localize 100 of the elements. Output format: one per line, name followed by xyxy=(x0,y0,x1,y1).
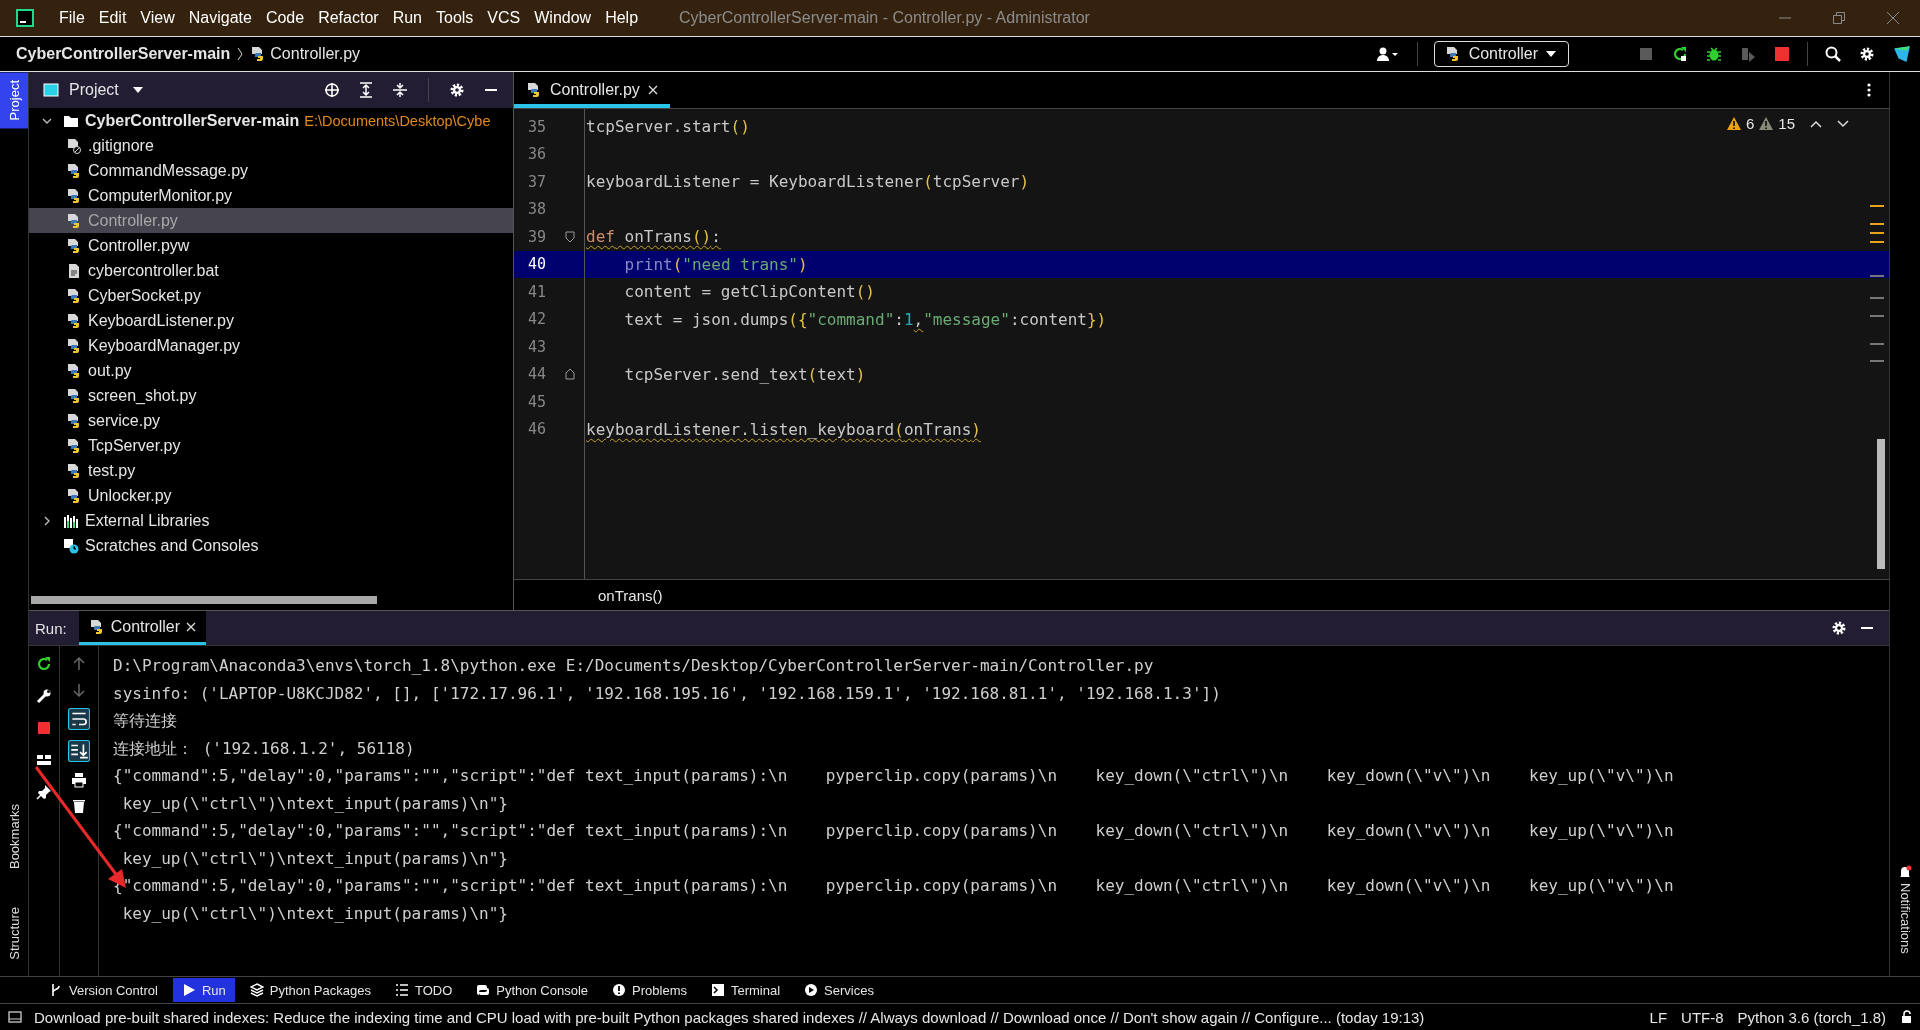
tool-window-tab[interactable]: Structure xyxy=(0,899,28,968)
weak-warning-count[interactable]: 15 xyxy=(1778,115,1795,132)
plugin-logo-icon[interactable] xyxy=(1893,45,1911,63)
python-file-icon xyxy=(66,312,82,329)
scroll-to-end-icon[interactable] xyxy=(68,740,90,762)
tree-item[interactable]: CommandMessage.py xyxy=(29,158,513,183)
tree-item[interactable]: ComputerMonitor.py xyxy=(29,183,513,208)
menu-item[interactable]: View xyxy=(133,5,182,31)
stop-icon[interactable] xyxy=(36,720,52,736)
coverage-icon[interactable] xyxy=(1740,46,1756,62)
tree-item[interactable]: KeyboardListener.py xyxy=(29,308,513,333)
tree-item[interactable]: .gitignore xyxy=(29,133,513,158)
previous-icon[interactable] xyxy=(1810,119,1822,128)
bell-icon xyxy=(1898,865,1912,880)
menu-item[interactable]: Code xyxy=(258,5,312,31)
tool-window-tab[interactable]: Project xyxy=(0,72,28,129)
tool-window-button[interactable]: Version Control xyxy=(40,978,167,1002)
rerun-icon[interactable] xyxy=(36,656,52,672)
next-icon[interactable] xyxy=(1837,119,1849,128)
wrench-icon[interactable] xyxy=(36,688,52,704)
tree-item[interactable]: External Libraries xyxy=(29,508,513,533)
python-file-icon xyxy=(66,187,82,204)
user-icon[interactable] xyxy=(1375,46,1400,62)
tree-item-name: cybercontroller.bat xyxy=(88,261,219,280)
breadcrumb-item[interactable]: Controller.py xyxy=(270,45,361,63)
menu-item[interactable]: Help xyxy=(598,5,646,31)
locate-icon[interactable] xyxy=(324,82,340,98)
trash-icon[interactable] xyxy=(71,798,87,814)
console-output-line: {"command":5,"delay":0,"params":"","script":"def text_input(params):\n pyperclip.copy(params)\n key_down(\"ctrl\")\n key_down(\"v\")\n key_up(\"v\")\n xyxy=(113,875,1675,897)
lock-icon[interactable] xyxy=(1900,1010,1914,1024)
tree-item[interactable]: out.py xyxy=(29,358,513,383)
up-arrow-icon[interactable] xyxy=(71,656,87,672)
tree-item[interactable]: Unlocker.py xyxy=(29,483,513,508)
status-message[interactable]: Download pre-built shared indexes: Reduce the indexing time and CPU load with pre-built Python packages shared indexes // Always download // Download once // Don't show again // Configure... (today 19:13) xyxy=(34,1008,1425,1026)
menu-item[interactable]: Window xyxy=(527,5,599,31)
panel-title[interactable]: Project xyxy=(69,81,119,99)
restore-icon[interactable] xyxy=(1832,11,1846,25)
tool-window-tab[interactable]: Bookmarks xyxy=(0,796,28,880)
tool-window-tab[interactable]: Notifications xyxy=(1890,861,1920,958)
collapse-all-icon[interactable] xyxy=(392,82,408,98)
tree-item[interactable]: cybercontroller.bat xyxy=(29,258,513,283)
fold-marker-icon[interactable] xyxy=(565,230,575,243)
settings-icon[interactable] xyxy=(1831,620,1847,636)
python-file-icon xyxy=(66,162,82,179)
breadcrumb-item[interactable]: CyberControllerServer-main xyxy=(16,45,231,63)
rerun-icon[interactable] xyxy=(1672,46,1688,62)
pin-icon[interactable] xyxy=(36,784,52,800)
tree-item[interactable]: screen_shot.py xyxy=(29,383,513,408)
tool-window-button[interactable]: Run xyxy=(172,978,235,1002)
tree-item[interactable]: Controller.py xyxy=(29,208,513,233)
context-breadcrumb[interactable]: onTrans() xyxy=(598,586,663,604)
run-configuration-dropdown[interactable]: Controller xyxy=(1433,41,1569,67)
python-file-icon xyxy=(66,212,82,229)
scrollbar-thumb[interactable] xyxy=(1877,439,1885,569)
tree-item-name: TcpServer.py xyxy=(88,436,181,455)
python-file-icon xyxy=(66,237,82,254)
tool-window-button[interactable]: Python Console xyxy=(467,978,598,1002)
menu-item[interactable]: Navigate xyxy=(181,5,259,31)
stop-icon[interactable] xyxy=(1774,46,1790,62)
tool-window-button[interactable]: Terminal xyxy=(701,978,790,1002)
line-number: 45 xyxy=(527,392,548,411)
scrollbar-thumb[interactable] xyxy=(31,596,377,604)
soft-wrap-icon[interactable] xyxy=(68,708,90,730)
print-icon[interactable] xyxy=(71,772,87,788)
run-tab[interactable]: Controller xyxy=(78,611,207,645)
tool-window-button[interactable]: Services xyxy=(795,978,883,1002)
tree-item[interactable]: service.py xyxy=(29,408,513,433)
down-arrow-icon[interactable] xyxy=(71,682,87,698)
layout-icon[interactable] xyxy=(36,752,52,768)
python-file-icon xyxy=(66,387,82,404)
tree-item[interactable]: Controller.pyw xyxy=(29,233,513,258)
settings-icon[interactable] xyxy=(449,82,465,98)
menu-item[interactable]: Tools xyxy=(429,5,481,31)
stop-icon[interactable] xyxy=(1638,46,1654,62)
caret-icon[interactable] xyxy=(132,87,143,93)
status-item[interactable]: LF xyxy=(1649,1008,1668,1026)
expand-all-icon[interactable] xyxy=(358,82,374,98)
tool-window-button[interactable]: Problems xyxy=(603,978,696,1002)
settings-icon[interactable] xyxy=(1859,46,1875,62)
tool-window-button[interactable]: Python Packages xyxy=(240,978,380,1002)
tree-item[interactable]: TcpServer.py xyxy=(29,433,513,458)
fold-marker-icon[interactable] xyxy=(565,368,575,381)
tree-item[interactable]: KeyboardManager.py xyxy=(29,333,513,358)
search-icon[interactable] xyxy=(1825,46,1841,62)
menu-item[interactable]: VCS xyxy=(480,5,528,31)
status-item[interactable]: UTF-8 xyxy=(1681,1008,1724,1026)
console-output-line: key_up(\"ctrl\")\ntext_input(params)\n"} xyxy=(121,902,509,925)
tree-item[interactable]: test.py xyxy=(29,458,513,483)
status-item[interactable]: Python 3.6 (torch_1.8) xyxy=(1737,1008,1886,1026)
tree-item[interactable]: Scratches and Consoles xyxy=(29,533,513,558)
menu-item[interactable]: Run xyxy=(385,5,429,31)
panel-toggle-icon[interactable] xyxy=(8,1010,22,1024)
tree-item[interactable]: CyberControllerServer-main E:\Documents\Desktop\Cybe xyxy=(29,108,513,133)
menu-item[interactable]: Refactor xyxy=(311,5,386,31)
warning-count[interactable]: 6 xyxy=(1745,115,1755,132)
menu-item[interactable]: File xyxy=(52,5,92,31)
tree-item[interactable]: CyberSocket.py xyxy=(29,283,513,308)
bug-icon[interactable] xyxy=(1706,46,1722,62)
tool-window-button[interactable]: TODO xyxy=(385,978,462,1002)
menu-item[interactable]: Edit xyxy=(91,5,134,31)
